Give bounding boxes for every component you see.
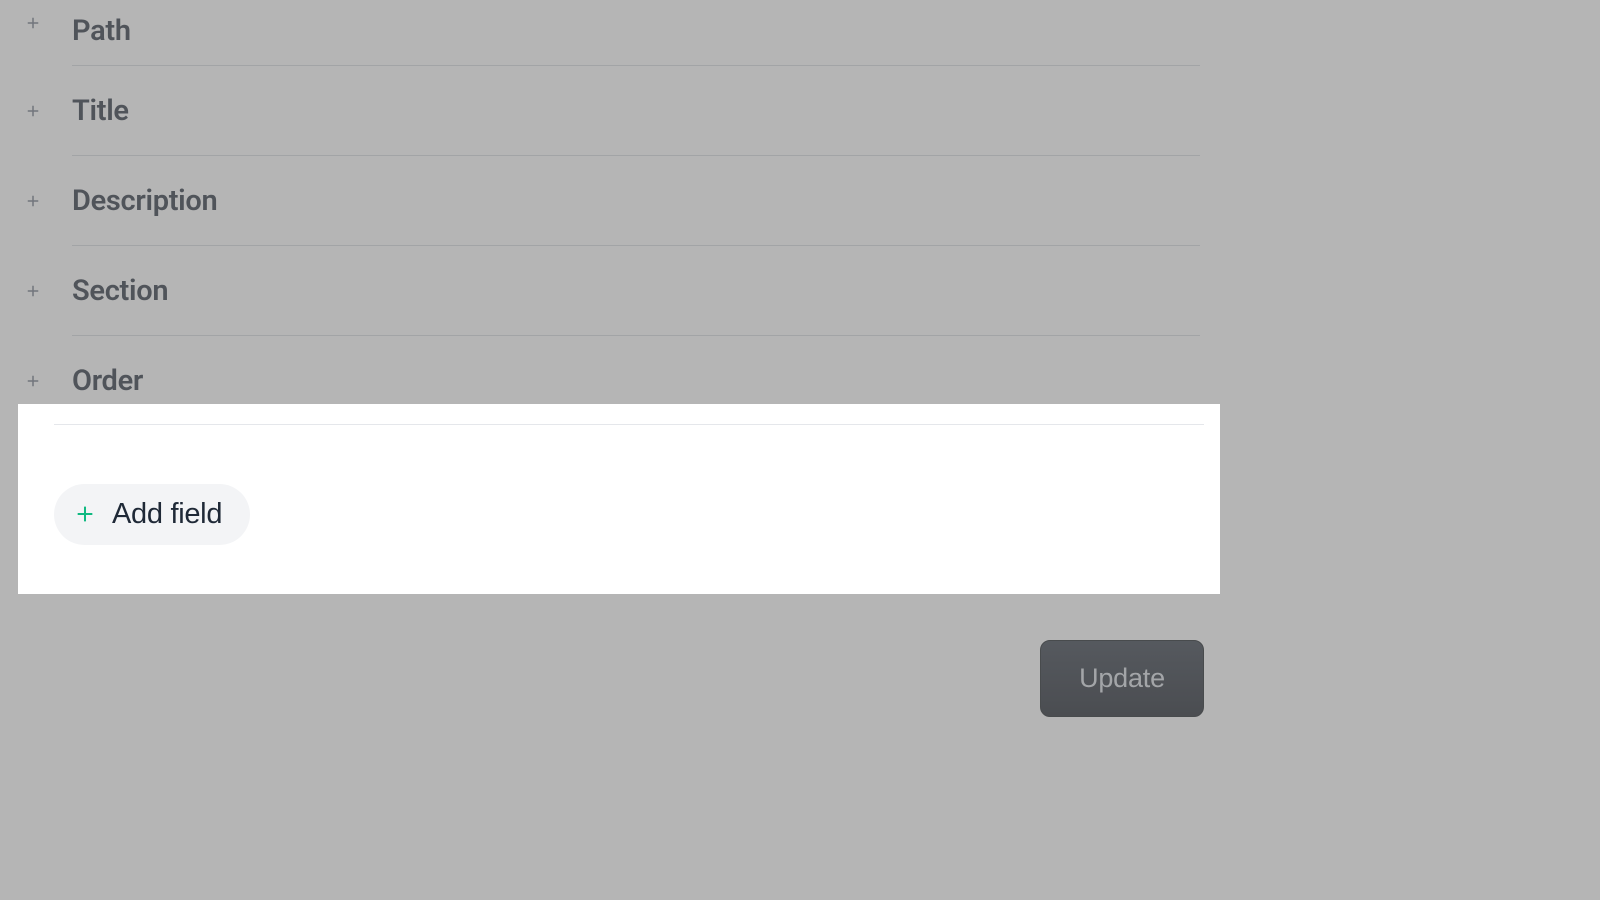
field-row-path[interactable]: Path <box>18 0 1200 66</box>
add-field-button[interactable]: Add field <box>54 484 250 545</box>
field-row-title[interactable]: Title <box>18 66 1200 156</box>
field-label: Section <box>72 274 168 308</box>
add-field-label: Add field <box>112 498 222 531</box>
field-label: Title <box>72 94 129 128</box>
plus-icon <box>74 503 96 525</box>
plus-icon[interactable] <box>24 14 42 32</box>
field-list: Path Title Description Section Order <box>0 0 1200 426</box>
add-field-panel: Add field <box>18 404 1220 594</box>
field-label: Path <box>72 14 131 48</box>
field-label: Description <box>72 184 217 218</box>
plus-icon[interactable] <box>24 192 42 210</box>
plus-icon[interactable] <box>24 102 42 120</box>
field-label: Order <box>72 364 143 398</box>
plus-icon[interactable] <box>24 282 42 300</box>
plus-icon[interactable] <box>24 372 42 390</box>
update-button-label: Update <box>1079 663 1165 694</box>
field-row-section[interactable]: Section <box>18 246 1200 336</box>
update-button[interactable]: Update <box>1040 640 1204 717</box>
field-row-description[interactable]: Description <box>18 156 1200 246</box>
divider <box>54 424 1204 425</box>
